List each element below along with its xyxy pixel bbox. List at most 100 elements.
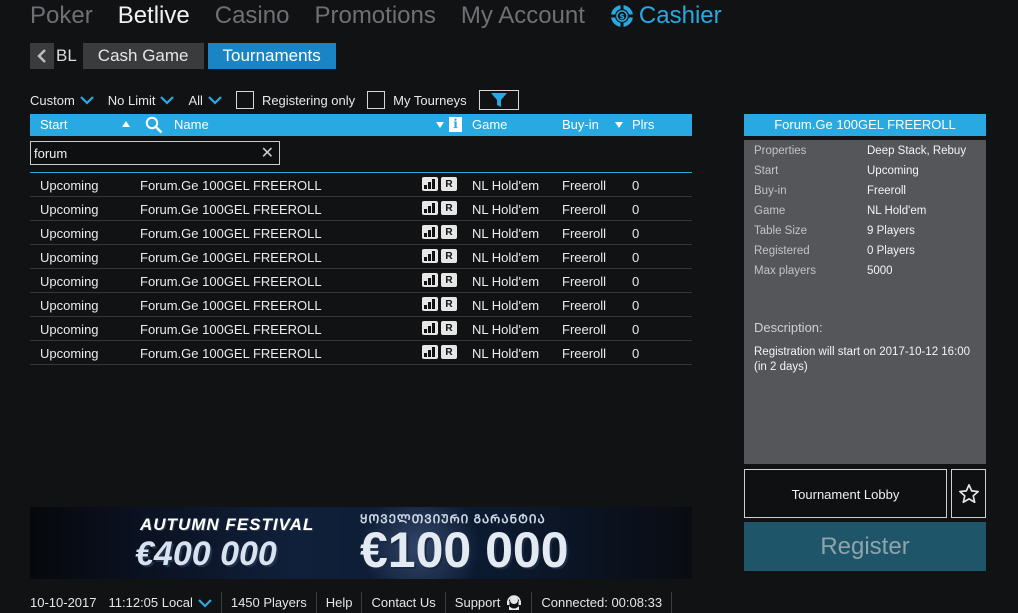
chevron-down-icon	[208, 96, 222, 105]
detail-value: 9 Players	[867, 225, 915, 237]
limit-dropdown[interactable]: No Limit	[108, 93, 175, 108]
nav-cashier[interactable]: $ Cashier	[610, 2, 722, 30]
table-row[interactable]: Upcoming Forum.Ge 100GEL FREEROLL R NL H…	[30, 173, 692, 197]
tab-tournaments[interactable]: Tournaments	[207, 43, 336, 69]
type-dropdown[interactable]: Custom	[30, 93, 94, 108]
chevron-down-icon	[160, 96, 175, 105]
cell-name: Forum.Ge 100GEL FREEROLL	[140, 274, 322, 289]
limit-dropdown-value: No Limit	[107, 92, 156, 108]
description-label: Description:	[754, 320, 823, 335]
rebuy-badge: R	[441, 273, 457, 287]
contact-link[interactable]: Contact Us	[371, 595, 435, 610]
rebuy-badge: R	[441, 321, 457, 335]
divider	[444, 592, 446, 613]
signal-bars-icon	[422, 177, 438, 191]
chevron-left-icon	[37, 49, 46, 63]
game-dropdown[interactable]: All	[188, 93, 222, 108]
sort-dropdown-icon[interactable]	[436, 122, 444, 128]
help-link[interactable]: Help	[326, 595, 353, 610]
filter-button[interactable]	[478, 90, 519, 110]
nav-my-account[interactable]: My Account	[461, 2, 585, 30]
cell-game: NL Hold'em	[472, 346, 540, 361]
divider	[220, 592, 222, 613]
row-badges: R	[422, 345, 457, 359]
divider	[315, 592, 317, 613]
checkbox-box[interactable]	[367, 91, 386, 109]
signal-bars-icon	[422, 273, 438, 287]
column-start[interactable]: Start	[40, 117, 67, 132]
row-badges: R	[422, 321, 457, 335]
register-button[interactable]: Register	[744, 522, 986, 571]
tournament-detail-panel: Properties Deep Stack, Rebuy Start Upcom…	[744, 140, 986, 464]
nav-promotions[interactable]: Promotions	[314, 2, 435, 30]
cell-name: Forum.Ge 100GEL FREEROLL	[140, 250, 322, 265]
detail-value: Deep Stack, Rebuy	[867, 145, 967, 157]
sub-navigation: BL Cash Game Tournaments	[30, 43, 336, 69]
banner-amount-left: €400 000	[135, 535, 277, 573]
tournament-lobby-button[interactable]: Tournament Lobby	[744, 469, 947, 518]
cell-players: 0	[632, 298, 640, 313]
cell-buyin: Freeroll	[562, 250, 607, 265]
nav-poker[interactable]: Poker	[30, 2, 93, 30]
nav-betlive[interactable]: Betlive	[118, 2, 190, 30]
divider	[671, 592, 673, 613]
support-link[interactable]: Support	[455, 595, 501, 610]
cell-start: Upcoming	[40, 274, 99, 289]
cell-buyin: Freeroll	[562, 298, 607, 313]
search-input[interactable]	[31, 142, 251, 164]
detail-key: Start	[754, 165, 779, 177]
sort-dropdown-icon[interactable]	[615, 122, 623, 128]
column-game[interactable]: Game	[472, 117, 507, 132]
cell-game: NL Hold'em	[472, 226, 540, 241]
cell-game: NL Hold'em	[472, 202, 540, 217]
checkbox-box[interactable]	[235, 91, 254, 109]
cell-players: 0	[632, 178, 640, 193]
table-row[interactable]: Upcoming Forum.Ge 100GEL FREEROLL R NL H…	[30, 197, 692, 221]
connection-status: Connected: 00:08:33	[541, 595, 663, 610]
detail-key: Buy-in	[754, 185, 787, 197]
cell-buyin: Freeroll	[562, 274, 607, 289]
cell-players: 0	[632, 322, 640, 337]
rebuy-badge: R	[441, 297, 457, 311]
search-icon[interactable]	[145, 116, 163, 134]
cell-name: Forum.Ge 100GEL FREEROLL	[140, 346, 322, 361]
my-tourneys-checkbox[interactable]: My Tourneys	[367, 91, 467, 109]
headset-icon[interactable]	[506, 594, 522, 611]
cell-buyin: Freeroll	[562, 202, 607, 217]
cell-start: Upcoming	[40, 346, 99, 361]
column-buyin[interactable]: Buy-in	[562, 117, 599, 132]
table-row[interactable]: Upcoming Forum.Ge 100GEL FREEROLL R NL H…	[30, 245, 692, 269]
tournament-detail-title: Forum.Ge 100GEL FREEROLL	[744, 114, 986, 136]
detail-value: Freeroll	[867, 185, 906, 197]
bl-label: BL	[56, 46, 77, 65]
cell-players: 0	[632, 202, 640, 217]
divider	[531, 592, 533, 613]
cell-buyin: Freeroll	[562, 226, 607, 241]
status-time[interactable]: 11:12:05 Local	[109, 595, 193, 610]
cell-start: Upcoming	[40, 322, 99, 337]
close-icon[interactable]: ✕	[261, 143, 274, 163]
registering-only-checkbox[interactable]: Registering only	[235, 91, 355, 109]
cell-name: Forum.Ge 100GEL FREEROLL	[140, 202, 322, 217]
tab-cash-game[interactable]: Cash Game	[82, 43, 204, 69]
detail-key: Table Size	[754, 225, 808, 237]
favorite-button[interactable]	[951, 469, 986, 518]
chevron-down-icon[interactable]	[198, 598, 212, 608]
cell-name: Forum.Ge 100GEL FREEROLL	[140, 178, 322, 193]
table-row[interactable]: Upcoming Forum.Ge 100GEL FREEROLL R NL H…	[30, 269, 692, 293]
promo-banner[interactable]: AUTUMN FESTIVAL €400 000 ᲧᲝᲕᲔᲚᲗᲕᲘᲣᲠᲘ ᲒᲐᲠ…	[30, 507, 692, 579]
signal-bars-icon	[422, 201, 438, 215]
info-icon[interactable]: i	[449, 117, 462, 132]
divider	[361, 592, 363, 613]
column-players[interactable]: Plrs	[632, 117, 654, 132]
table-row[interactable]: Upcoming Forum.Ge 100GEL FREEROLL R NL H…	[30, 317, 692, 341]
detail-value: NL Hold'em	[867, 205, 927, 217]
cell-players: 0	[632, 226, 640, 241]
nav-casino[interactable]: Casino	[215, 2, 290, 30]
table-row[interactable]: Upcoming Forum.Ge 100GEL FREEROLL R NL H…	[30, 341, 692, 365]
table-row[interactable]: Upcoming Forum.Ge 100GEL FREEROLL R NL H…	[30, 293, 692, 317]
column-name[interactable]: Name	[174, 117, 209, 132]
cell-start: Upcoming	[40, 202, 99, 217]
back-button[interactable]	[30, 43, 54, 69]
table-row[interactable]: Upcoming Forum.Ge 100GEL FREEROLL R NL H…	[30, 221, 692, 245]
